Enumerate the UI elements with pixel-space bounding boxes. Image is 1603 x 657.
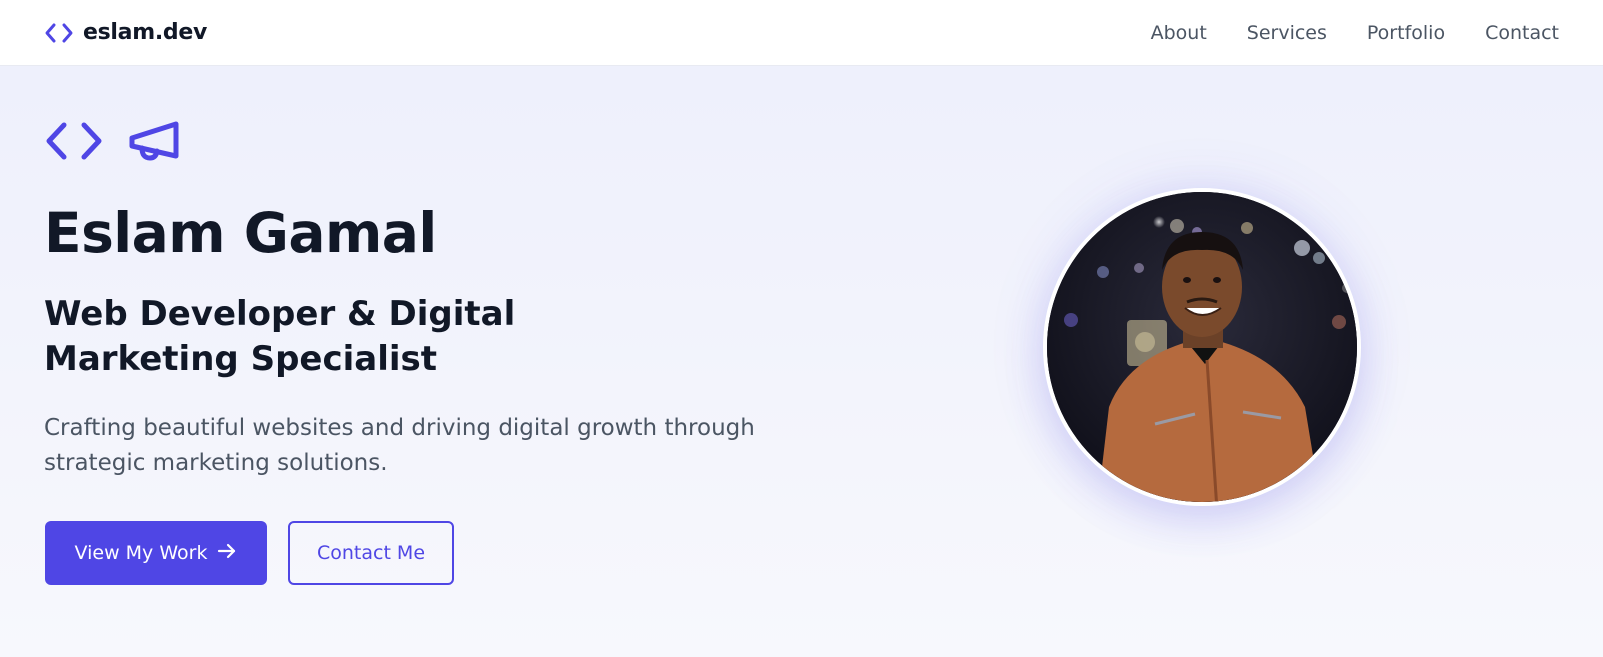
view-my-work-label: View My Work [74, 542, 208, 564]
profile-photo [1043, 188, 1361, 506]
nav-link-contact[interactable]: Contact [1485, 22, 1559, 44]
contact-me-button[interactable]: Contact Me [288, 521, 454, 585]
brand-name: eslam.dev [83, 20, 207, 45]
navbar: eslam.dev About Services Portfolio Conta… [0, 0, 1603, 66]
hero-section: Eslam Gamal Web Developer & Digital Mark… [0, 66, 1603, 657]
hero-name: Eslam Gamal [44, 201, 437, 265]
brand-logo-link[interactable]: eslam.dev [45, 20, 207, 45]
nav-link-about[interactable]: About [1151, 22, 1207, 44]
megaphone-icon [128, 120, 180, 162]
arrow-right-icon [217, 542, 237, 565]
code-icon [45, 121, 103, 161]
nav-link-portfolio[interactable]: Portfolio [1367, 22, 1445, 44]
nav-links: About Services Portfolio Contact [1151, 22, 1559, 44]
view-my-work-button[interactable]: View My Work [45, 521, 267, 585]
code-icon [45, 22, 73, 44]
nav-link-services[interactable]: Services [1247, 22, 1327, 44]
hero-icons [45, 120, 180, 162]
hero-description: Crafting beautiful websites and driving … [44, 415, 755, 476]
hero-title: Web Developer & Digital Marketing Specia… [44, 294, 516, 379]
